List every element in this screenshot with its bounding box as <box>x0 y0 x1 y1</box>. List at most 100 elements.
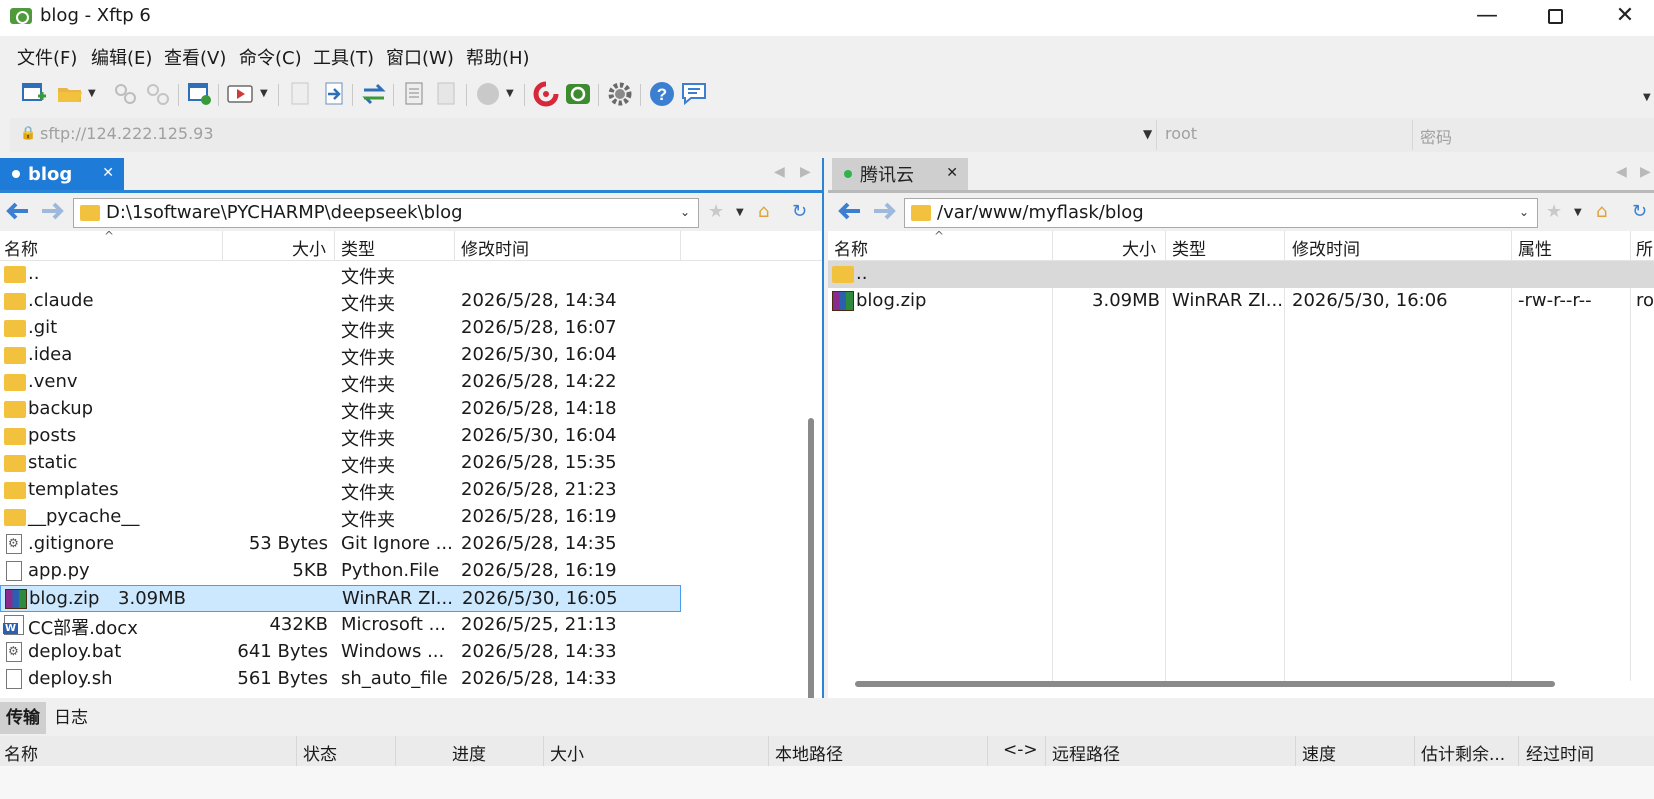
menu-tools[interactable]: 工具(T) <box>313 44 374 70</box>
menu-edit[interactable]: 编辑(E) <box>91 44 152 70</box>
column-divider[interactable] <box>454 231 455 261</box>
file-row[interactable]: posts 文件夹 2026/5/30, 16:04 <box>0 423 822 450</box>
column-divider[interactable] <box>1052 231 1053 261</box>
home-folder-icon[interactable]: ⌂ <box>758 201 769 222</box>
file-row[interactable]: deploy.sh 561 Bytes sh_auto_file 2026/5/28,… <box>0 666 822 693</box>
open-folder-icon[interactable] <box>56 80 84 108</box>
column-divider[interactable] <box>1414 736 1415 766</box>
back-arrow-icon[interactable] <box>4 200 30 222</box>
minimize-button[interactable]: — <box>1452 0 1522 34</box>
col-progress[interactable]: 进度 <box>452 740 486 765</box>
file-row[interactable]: __pycache__ 文件夹 2026/5/28, 16:19 <box>0 504 822 531</box>
column-divider[interactable] <box>680 231 681 261</box>
tab-log[interactable]: 日志 <box>48 702 94 734</box>
column-divider[interactable] <box>222 231 223 261</box>
col-size[interactable]: 大小 <box>292 235 326 260</box>
tab-local-blog[interactable]: blog ✕ <box>0 158 124 190</box>
file-row[interactable]: .venv 文件夹 2026/5/28, 14:22 <box>0 369 822 396</box>
play-dropdown-icon[interactable]: ▼ <box>260 88 268 99</box>
col-status[interactable]: 状态 <box>303 740 337 765</box>
tab-transfer[interactable]: 传输 <box>0 702 46 734</box>
col-name[interactable]: 名称 <box>4 740 38 765</box>
file-row[interactable]: .git 文件夹 2026/5/28, 16:07 <box>0 315 822 342</box>
local-path-input[interactable]: D:\1software\PYCHARMP\deepseek\blog ⌄ <box>73 198 699 228</box>
menu-command[interactable]: 命令(C) <box>239 44 302 70</box>
menu-help[interactable]: 帮助(H) <box>466 44 530 70</box>
column-divider[interactable] <box>1165 231 1166 261</box>
col-type[interactable]: 类型 <box>1172 235 1206 260</box>
menu-view[interactable]: 查看(V) <box>164 44 226 70</box>
xshell-icon[interactable] <box>532 80 560 108</box>
col-size[interactable]: 大小 <box>1122 235 1156 260</box>
host-dropdown-icon[interactable]: ▼ <box>1143 127 1152 141</box>
column-divider[interactable] <box>1045 736 1046 766</box>
column-divider[interactable] <box>543 736 544 766</box>
col-size[interactable]: 大小 <box>550 740 584 765</box>
file-row[interactable]: backup 文件夹 2026/5/28, 14:18 <box>0 396 822 423</box>
refresh-icon[interactable]: ↻ <box>1632 201 1647 222</box>
close-button[interactable]: ✕ <box>1590 0 1654 34</box>
column-divider[interactable] <box>1511 231 1512 261</box>
tab-next-icon[interactable]: ▶ <box>800 164 811 180</box>
col-modified[interactable]: 修改时间 <box>1292 235 1360 260</box>
favorite-star-icon[interactable]: ★ <box>1546 201 1562 222</box>
maximize-button[interactable] <box>1520 0 1590 34</box>
col-direction[interactable]: <-> <box>1003 740 1038 760</box>
tab-prev-icon[interactable]: ◀ <box>1616 164 1627 180</box>
column-divider[interactable] <box>296 736 297 766</box>
host-input[interactable]: sftp://124.222.125.93 <box>40 124 214 143</box>
file-row[interactable]: .claude 文件夹 2026/5/28, 14:34 <box>0 288 822 315</box>
remote-path-input[interactable]: /var/www/myflask/blog ⌄ <box>904 198 1538 228</box>
column-divider[interactable] <box>1630 231 1631 261</box>
path-dropdown-icon[interactable]: ⌄ <box>1519 205 1529 219</box>
xftp-icon[interactable] <box>564 80 592 108</box>
file-row[interactable]: app.py 5KB Python.File 2026/5/28, 16:19 <box>0 558 822 585</box>
open-dropdown-icon[interactable]: ▼ <box>88 88 96 99</box>
file-row[interactable]: CC部署.docx 432KB Microsoft ... 2026/5/25, 21… <box>0 612 822 639</box>
col-speed[interactable]: 速度 <box>1302 740 1336 765</box>
file-row[interactable]: static 文件夹 2026/5/28, 15:35 <box>0 450 822 477</box>
home-folder-icon[interactable]: ⌂ <box>1596 201 1607 222</box>
close-tab-icon[interactable]: ✕ <box>102 165 114 181</box>
column-divider[interactable] <box>987 736 988 766</box>
help-icon[interactable]: ? <box>648 80 676 108</box>
column-divider[interactable] <box>395 736 396 766</box>
col-owner[interactable]: 所 <box>1636 235 1653 260</box>
menu-window[interactable]: 窗口(W) <box>386 44 454 70</box>
forward-arrow-icon[interactable] <box>872 200 898 222</box>
file-row[interactable]: .. <box>828 261 1654 288</box>
back-arrow-icon[interactable] <box>836 200 862 222</box>
file-row[interactable]: templates 文件夹 2026/5/28, 21:23 <box>0 477 822 504</box>
transfer-right-icon[interactable] <box>320 80 348 108</box>
play-icon[interactable] <box>226 80 254 108</box>
favorite-dropdown-icon[interactable]: ▼ <box>736 207 744 218</box>
col-modified[interactable]: 修改时间 <box>461 235 529 260</box>
remote-horizontal-scrollbar[interactable] <box>855 681 1555 687</box>
column-divider[interactable] <box>768 736 769 766</box>
file-row[interactable]: deploy.bat 641 Bytes Windows ... 2026/5/28,… <box>0 639 822 666</box>
col-name[interactable]: 名称 <box>834 235 868 260</box>
column-divider[interactable] <box>1284 231 1285 261</box>
file-row[interactable]: .. 文件夹 <box>0 261 822 288</box>
column-divider[interactable] <box>334 231 335 261</box>
new-session-icon[interactable] <box>20 80 48 108</box>
col-elapsed[interactable]: 经过时间 <box>1526 740 1594 765</box>
tab-remote-tencent[interactable]: 腾讯云 ✕ <box>832 158 968 190</box>
col-local-path[interactable]: 本地路径 <box>775 740 843 765</box>
file-row[interactable]: .idea 文件夹 2026/5/30, 16:04 <box>0 342 822 369</box>
path-dropdown-icon[interactable]: ⌄ <box>680 205 690 219</box>
column-divider[interactable] <box>1518 736 1519 766</box>
col-type[interactable]: 类型 <box>341 235 375 260</box>
doc-icon[interactable] <box>400 80 428 108</box>
col-eta[interactable]: 估计剩余... <box>1421 740 1505 765</box>
chat-icon[interactable] <box>680 80 708 108</box>
favorite-star-icon[interactable]: ★ <box>708 201 724 222</box>
gear-icon[interactable] <box>606 80 634 108</box>
forward-arrow-icon[interactable] <box>40 200 66 222</box>
username-input[interactable]: root <box>1165 124 1197 143</box>
session-settings-icon[interactable] <box>186 80 214 108</box>
col-name[interactable]: 名称 <box>4 235 38 260</box>
tab-prev-icon[interactable]: ◀ <box>774 164 785 180</box>
col-attributes[interactable]: 属性 <box>1518 235 1552 260</box>
file-row[interactable]: .gitignore 53 Bytes Git Ignore ... 2026/5/2… <box>0 531 822 558</box>
